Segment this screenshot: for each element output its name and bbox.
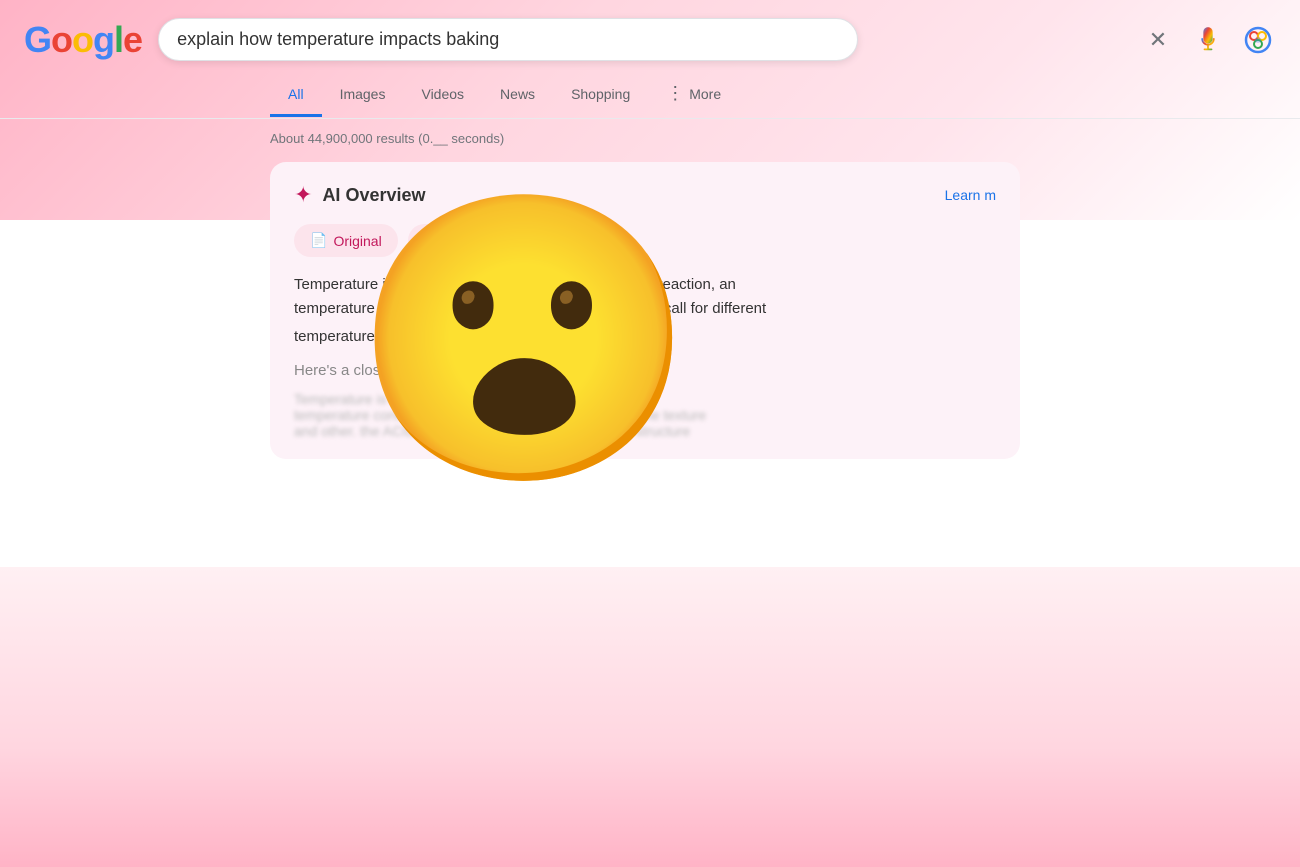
results-count: About 44,900,000 results (0.__ seconds) xyxy=(0,119,1300,154)
logo-letter-o1: o xyxy=(51,19,72,60)
ai-overview-header: ✦ AI Overview Learn m xyxy=(294,182,996,208)
more-dots-icon: ⋮ xyxy=(666,83,685,104)
ai-main-text: Temperature is a cr aking. Baking is a c… xyxy=(294,273,996,350)
lens-icon xyxy=(1244,26,1272,54)
page-content: Google explain how temperature impacts b… xyxy=(0,0,1300,867)
ai-overview-section: ✦ AI Overview Learn m 📄 Original wn Temp… xyxy=(270,162,1020,459)
learn-more-link[interactable]: Learn m xyxy=(945,187,996,203)
tab-more[interactable]: ⋮ More xyxy=(648,71,739,119)
tab-all[interactable]: All xyxy=(270,74,322,117)
clear-button[interactable]: ✕ xyxy=(1140,22,1176,58)
closer-look-text: Here's a closer look at how temperature … xyxy=(294,362,996,379)
ai-spark-icon: ✦ xyxy=(294,182,312,208)
filter-original-button[interactable]: 📄 Original xyxy=(294,224,398,257)
tab-shopping[interactable]: Shopping xyxy=(553,74,648,117)
blurred-text-3: and other. the ACID/ALKALI balance. resu… xyxy=(294,423,996,439)
voice-search-button[interactable] xyxy=(1190,22,1226,58)
tab-news[interactable]: News xyxy=(482,74,553,117)
blurred-text-2: temperature controls heat, cold, and moi… xyxy=(294,407,996,423)
blurred-middle xyxy=(422,276,472,293)
search-query-text: explain how temperature impacts baking xyxy=(177,29,499,50)
mic-icon xyxy=(1194,26,1222,54)
logo-letter-e: e xyxy=(123,19,142,60)
logo-letter-o2: o xyxy=(72,19,93,60)
expand-icon[interactable]: ˅ xyxy=(391,325,402,345)
search-bar[interactable]: explain how temperature impacts baking xyxy=(158,18,858,61)
ai-overview-title: AI Overview xyxy=(322,185,425,206)
tab-images[interactable]: Images xyxy=(322,74,404,117)
document-icon: 📄 xyxy=(310,232,327,249)
search-icons: ✕ xyxy=(1140,22,1276,58)
google-logo: Google xyxy=(24,19,142,61)
header: Google explain how temperature impacts b… xyxy=(0,0,1300,71)
logo-letter-l: l xyxy=(114,19,123,60)
close-icon: ✕ xyxy=(1149,27,1167,53)
nav-tabs: All Images Videos News Shopping ⋮ More xyxy=(0,71,1300,119)
tab-videos[interactable]: Videos xyxy=(403,74,482,117)
logo-letter-g2: g xyxy=(93,19,114,60)
filter-row: 📄 Original wn xyxy=(294,224,996,257)
blurred-text-1: Temperature is a critical factor in baki… xyxy=(294,391,996,407)
lens-search-button[interactable] xyxy=(1240,22,1276,58)
logo-letter-g: G xyxy=(24,19,51,60)
filter-breakdown-button[interactable]: wn xyxy=(408,224,458,257)
